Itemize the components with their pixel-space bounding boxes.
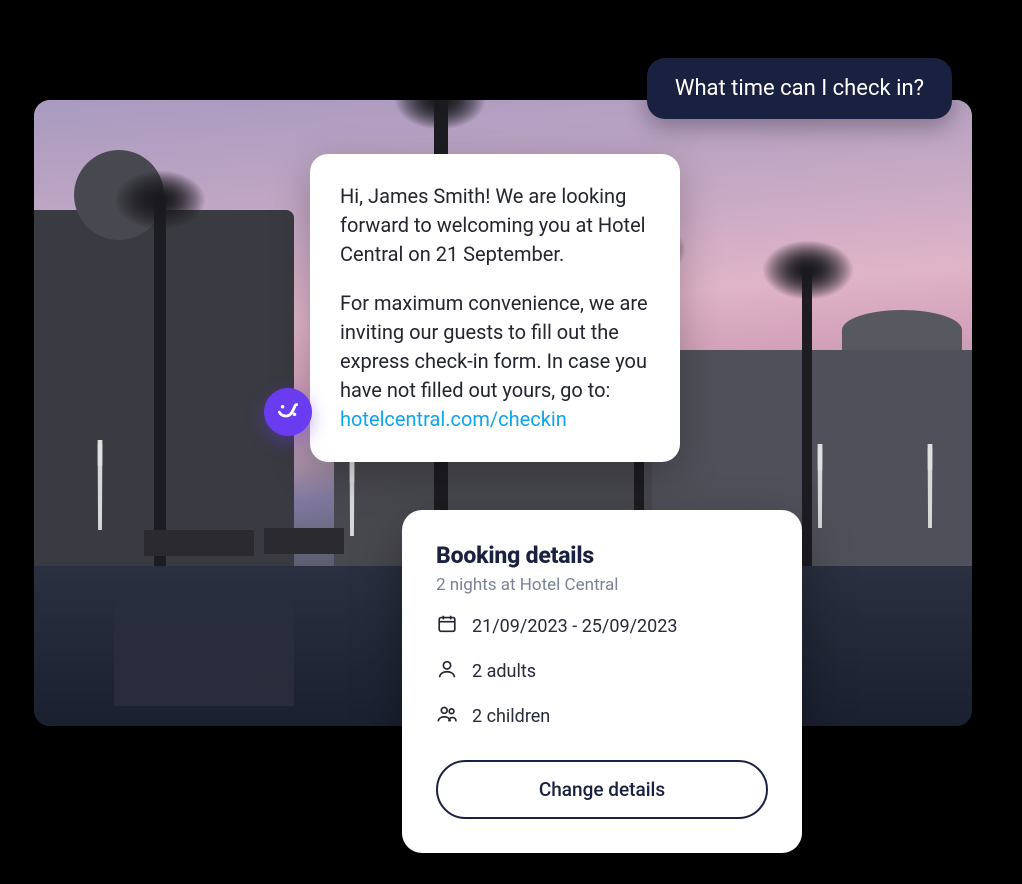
assistant-paragraph: For maximum convenience, we are inviting…: [340, 289, 650, 434]
booking-adults-text: 2 adults: [472, 661, 536, 682]
assistant-text: For maximum convenience, we are inviting…: [340, 291, 648, 402]
assistant-paragraph: Hi, James Smith! We are looking forward …: [340, 182, 650, 269]
calendar-icon: [436, 613, 458, 640]
person-icon: [436, 658, 458, 685]
booking-dates-row: 21/09/2023 - 25/09/2023: [436, 613, 768, 640]
booking-details-card: Booking details 2 nights at Hotel Centra…: [402, 510, 802, 853]
booking-title: Booking details: [436, 542, 768, 569]
checkin-link[interactable]: hotelcentral.com/checkin: [340, 407, 567, 431]
bot-avatar-icon: [275, 397, 301, 427]
bot-avatar: [264, 388, 312, 436]
booking-dates-text: 21/09/2023 - 25/09/2023: [472, 616, 677, 637]
booking-children-text: 2 children: [472, 706, 550, 727]
pool-reflection: [114, 586, 294, 706]
lounger: [264, 528, 344, 554]
palm-tree: [802, 270, 812, 570]
booking-adults-row: 2 adults: [436, 658, 768, 685]
assistant-message-bubble: Hi, James Smith! We are looking forward …: [310, 154, 680, 462]
booking-subtitle: 2 nights at Hotel Central: [436, 575, 768, 595]
user-message-text: What time can I check in?: [675, 76, 924, 101]
change-details-button[interactable]: Change details: [436, 760, 768, 819]
people-icon: [436, 703, 458, 730]
user-message-bubble: What time can I check in?: [647, 58, 952, 119]
booking-children-row: 2 children: [436, 703, 768, 730]
lounger: [144, 530, 254, 556]
